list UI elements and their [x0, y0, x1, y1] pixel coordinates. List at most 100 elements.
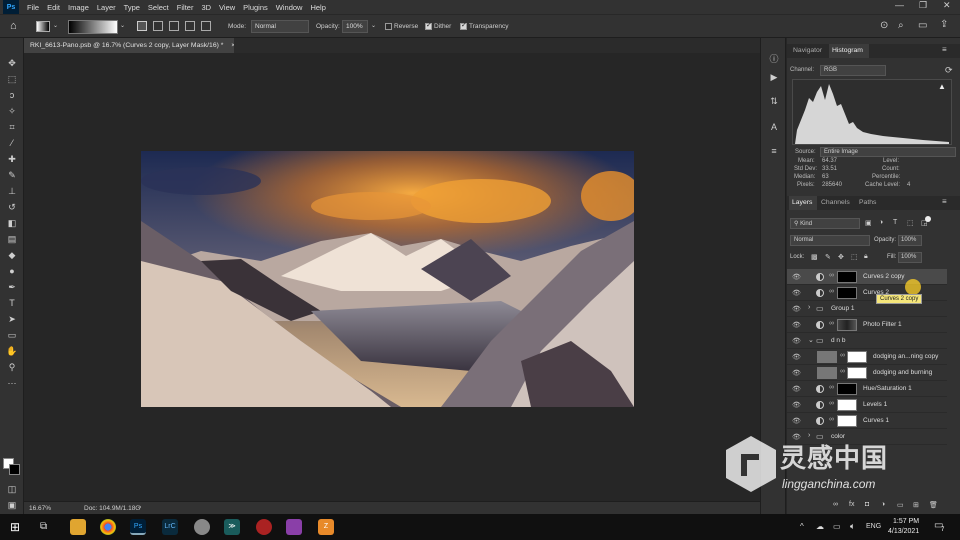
eye-icon[interactable]: 👁︎ [792, 401, 801, 409]
clock-date[interactable]: 4/13/2021 [888, 528, 919, 535]
layer-mask-thumbnail[interactable] [837, 383, 857, 395]
photoshop-taskbar-icon[interactable]: Ps [130, 519, 146, 535]
close-icon[interactable]: ✕ [943, 0, 951, 11]
tab-layers[interactable]: Layers [789, 196, 817, 210]
layer-mask-thumbnail[interactable] [847, 367, 867, 379]
blend-mode-select[interactable]: Normal [790, 235, 870, 246]
panel-menu-icon[interactable]: ≡ [942, 45, 947, 54]
workspace-icon[interactable]: ▭ [918, 20, 927, 31]
layer-row-group-1[interactable]: 👁︎ › ▭ Group 1 [787, 301, 947, 317]
menu-image[interactable]: Image [68, 3, 89, 12]
menu-layer[interactable]: Layer [97, 3, 116, 12]
layer-mask-thumbnail[interactable] [847, 351, 867, 363]
menu-window[interactable]: Window [276, 3, 303, 12]
pen-tool-icon[interactable]: ✒ [4, 280, 20, 294]
tab-paths[interactable]: Paths [859, 196, 883, 210]
marquee-tool-icon[interactable]: ⬚ [4, 72, 20, 86]
hand-tool-icon[interactable]: ✋ [4, 344, 20, 358]
layer-row-levels-1[interactable]: 👁︎ ∞ Levels 1 [787, 397, 947, 413]
app-orange-icon[interactable]: Z [318, 519, 334, 535]
menu-help[interactable]: Help [310, 3, 325, 12]
history-brush-tool-icon[interactable]: ↺ [4, 200, 20, 214]
layer-row-dodging-copy[interactable]: 👁︎ ∞ dodging an...ning copy [787, 349, 947, 365]
warning-icon[interactable]: ▲ [938, 82, 946, 91]
document-tab[interactable]: RKI_6613-Pano.psb @ 16.7% (Curves 2 copy… [24, 38, 235, 53]
blur-tool-icon[interactable]: ◆ [4, 248, 20, 262]
menu-file[interactable]: File [27, 3, 39, 12]
fill-input[interactable]: 100% [898, 252, 922, 263]
angle-gradient-icon[interactable] [169, 21, 179, 31]
background-color-swatch[interactable] [9, 464, 20, 475]
layers-menu-icon[interactable]: ≡ [942, 197, 947, 206]
properties-icon[interactable]: ≡ [766, 144, 782, 158]
dither-checkbox[interactable] [425, 21, 432, 30]
filter-pixel-icon[interactable]: ▣ [865, 219, 872, 227]
network-icon[interactable]: ▭ [833, 522, 841, 531]
layer-opacity-input[interactable]: 100% [898, 235, 922, 246]
eye-icon[interactable]: 👁︎ [792, 289, 801, 297]
share-upload-icon[interactable]: ⇪ [940, 19, 948, 30]
diamond-gradient-icon[interactable] [201, 21, 211, 31]
maximize-icon[interactable]: ❐ [919, 0, 927, 11]
chain-link-icon[interactable]: ∞ [829, 272, 834, 279]
zoom-tool-icon[interactable]: ⚲ [4, 360, 20, 374]
status-arrow-icon[interactable]: › [139, 504, 141, 511]
layer-row-dnb-group[interactable]: 👁︎ ⌄ ▭ d n b [787, 333, 947, 349]
filter-type-icon[interactable]: T [893, 219, 897, 226]
chain-link-icon[interactable]: ∞ [840, 352, 845, 359]
layer-mask-thumbnail[interactable] [837, 415, 857, 427]
share-icon[interactable]: ⊙ [880, 20, 888, 31]
menu-filter[interactable]: Filter [177, 3, 194, 12]
document-image[interactable] [141, 151, 634, 407]
channel-select[interactable]: RGB [820, 65, 886, 76]
brush-tool-icon[interactable]: ✎ [4, 168, 20, 182]
tab-navigator[interactable]: Navigator [791, 44, 829, 58]
eyedropper-tool-icon[interactable]: ⁄ [4, 136, 20, 150]
menu-3d[interactable]: 3D [201, 3, 211, 12]
delete-layer-icon[interactable]: 🗑︎ [929, 501, 938, 509]
new-layer-icon[interactable]: ⊞ [913, 501, 919, 509]
layer-row-curves-1[interactable]: 👁︎ ∞ Curves 1 [787, 413, 947, 429]
clock-time[interactable]: 1:57 PM [893, 518, 919, 525]
refresh-icon[interactable]: ⟳ [945, 65, 953, 76]
layer-mask-thumbnail[interactable] [837, 271, 857, 283]
layer-mask-thumbnail[interactable] [837, 319, 857, 331]
eye-icon[interactable]: 👁︎ [792, 353, 801, 361]
layer-thumbnail[interactable] [817, 367, 837, 379]
gradient-tool-icon-active[interactable]: ▤ [4, 232, 20, 246]
chain-link-icon[interactable]: ∞ [840, 368, 845, 375]
move-tool-icon[interactable]: ✥ [4, 56, 20, 70]
screen-mode-icon[interactable]: ▣ [4, 498, 20, 512]
layer-row-hue-saturation-1[interactable]: 👁︎ ∞ Hue/Saturation 1 [787, 381, 947, 397]
eye-icon[interactable]: 👁︎ [792, 305, 801, 313]
lasso-tool-icon[interactable]: ↄ [4, 88, 20, 102]
menu-edit[interactable]: Edit [47, 3, 60, 12]
chain-link-icon[interactable]: ∞ [829, 384, 834, 391]
opacity-chevron-icon[interactable]: ⌄ [371, 22, 376, 29]
language-indicator[interactable]: ENG [866, 523, 881, 530]
app-globe-icon[interactable] [194, 519, 210, 535]
opacity-input[interactable]: 100% [342, 20, 368, 33]
tab-histogram[interactable]: Histogram [829, 44, 869, 58]
chain-link-icon[interactable]: ∞ [829, 416, 834, 423]
app-teal-icon[interactable]: ≫ [224, 519, 240, 535]
play-actions-icon[interactable]: ▶ [766, 70, 782, 84]
path-selection-tool-icon[interactable]: ➤ [4, 312, 20, 326]
windows-start-icon[interactable]: ⊞ [10, 520, 20, 534]
source-select[interactable]: Entire Image [820, 147, 956, 157]
filter-adjustment-icon[interactable]: ◑ [879, 219, 883, 226]
search-icon[interactable]: ⌕ [898, 20, 904, 31]
eye-icon[interactable]: 👁︎ [792, 385, 801, 393]
more-tools-icon[interactable]: ··· [4, 376, 20, 390]
minimize-icon[interactable]: — [895, 0, 904, 10]
eye-icon[interactable]: 👁︎ [792, 417, 801, 425]
filter-shape-icon[interactable]: ⬚ [907, 219, 914, 227]
adjustments-icon[interactable]: ⇅ [766, 94, 782, 108]
eye-icon[interactable]: 👁︎ [792, 321, 801, 329]
task-view-icon[interactable]: ⧉ [40, 521, 47, 532]
layer-thumbnail[interactable] [817, 351, 837, 363]
lock-pixels-icon[interactable]: ✎ [825, 253, 831, 261]
chevron-down-icon[interactable]: ⌄ [53, 22, 58, 29]
lock-all-icon[interactable]: 🔒︎ [864, 253, 868, 261]
chain-link-icon[interactable]: ∞ [829, 320, 834, 327]
